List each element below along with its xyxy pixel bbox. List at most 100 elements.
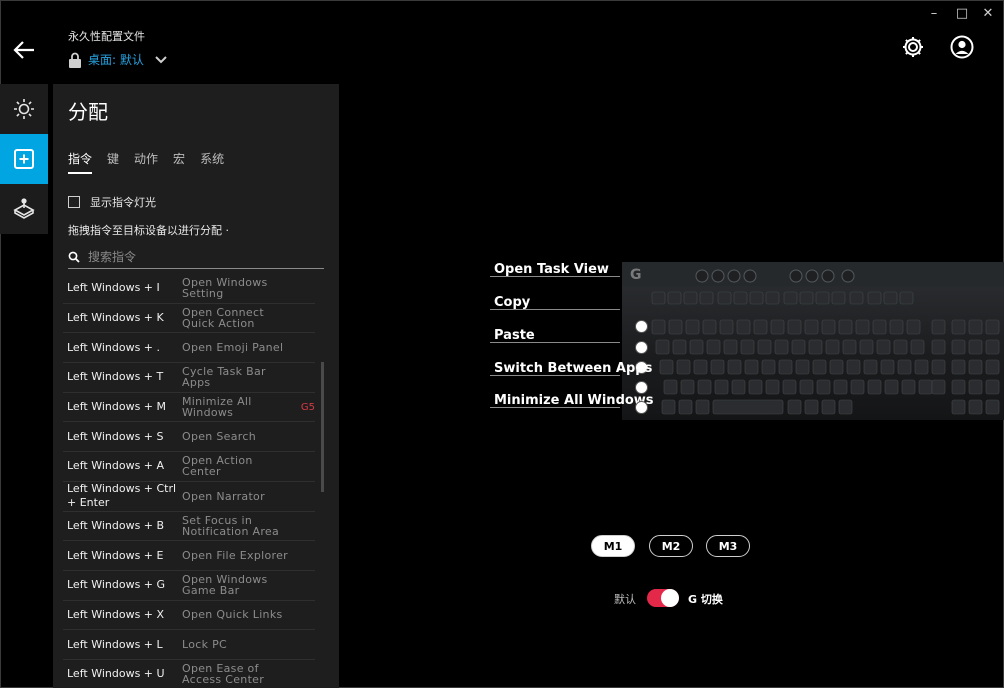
assigned-command-label[interactable]: Switch Between Apps bbox=[494, 361, 652, 376]
keycap bbox=[753, 319, 768, 335]
command-row[interactable]: Left Windows + S Open Search bbox=[63, 422, 315, 453]
keycap bbox=[787, 399, 802, 415]
g-shift-toggle[interactable] bbox=[647, 589, 679, 607]
rail-game-mode[interactable] bbox=[0, 184, 48, 234]
keycap bbox=[931, 339, 946, 355]
close-button[interactable]: ✕ bbox=[976, 4, 1000, 22]
media-button bbox=[841, 269, 855, 283]
keycap bbox=[880, 359, 895, 375]
assigned-command-label[interactable]: Minimize All Windows bbox=[494, 393, 654, 408]
command-key: Left Windows + X bbox=[67, 607, 165, 621]
keycap bbox=[683, 291, 698, 305]
assigned-command-label[interactable]: Paste bbox=[494, 328, 535, 343]
keycap bbox=[667, 291, 682, 305]
command-action-line: Game Bar bbox=[182, 584, 240, 598]
command-row[interactable]: Left Windows + M Minimize All Windows G5 bbox=[63, 393, 315, 423]
tab-macros[interactable]: 宏 bbox=[173, 150, 185, 174]
keycap bbox=[859, 339, 874, 355]
search-input[interactable] bbox=[88, 250, 308, 264]
command-row[interactable]: Left Windows + B Set Focus in Notification… bbox=[63, 512, 315, 542]
command-row[interactable]: Left Windows + E Open File Explorer bbox=[63, 541, 315, 571]
command-list-scrollbar[interactable] bbox=[321, 362, 324, 492]
chevron-down-icon[interactable] bbox=[154, 55, 168, 65]
tab-actions[interactable]: 动作 bbox=[134, 150, 158, 174]
gkey-dot[interactable] bbox=[635, 320, 648, 333]
gkey-dot[interactable] bbox=[635, 401, 648, 414]
command-row[interactable]: Left Windows + I Open Windows Setting bbox=[63, 274, 315, 304]
keycap bbox=[821, 319, 836, 335]
rail-assign[interactable] bbox=[0, 134, 48, 184]
command-row[interactable]: Left Windows + A Open Action Center bbox=[63, 452, 315, 482]
account-button[interactable] bbox=[949, 34, 975, 60]
command-action: Open Action Center bbox=[182, 455, 315, 477]
show-lighting-option[interactable]: 显示指令灯光 bbox=[68, 194, 156, 210]
keycap bbox=[749, 291, 764, 305]
assign-icon bbox=[14, 149, 34, 169]
tab-keys[interactable]: 键 bbox=[107, 150, 119, 174]
command-row[interactable]: Left Windows + L Lock PC bbox=[63, 630, 315, 660]
keycap bbox=[765, 379, 780, 395]
command-row[interactable]: Left Windows + Ctrl + Enter Open Narrator bbox=[63, 482, 315, 512]
rail-lighting[interactable] bbox=[0, 84, 48, 134]
maximize-button[interactable]: □ bbox=[950, 4, 974, 22]
keycap bbox=[985, 319, 1000, 335]
keycap bbox=[693, 359, 708, 375]
gkey-tag: G5 bbox=[300, 401, 315, 413]
command-action-line: Open Narrator bbox=[182, 489, 265, 503]
assigned-command-label[interactable]: Open Task View bbox=[494, 262, 609, 277]
keycap bbox=[744, 359, 759, 375]
memory-slot-m1[interactable]: M1 bbox=[591, 535, 635, 557]
show-lighting-checkbox[interactable] bbox=[68, 196, 80, 208]
command-action-line: Quick Action bbox=[182, 317, 255, 331]
command-row[interactable]: Left Windows + U Open Ease of Access Cente… bbox=[63, 660, 315, 688]
command-action: Set Focus in Notification Area bbox=[182, 515, 315, 537]
keycap bbox=[676, 359, 691, 375]
back-button[interactable] bbox=[10, 36, 38, 64]
keycap bbox=[931, 319, 946, 335]
settings-button[interactable] bbox=[900, 34, 926, 60]
assigned-command-label[interactable]: Copy bbox=[494, 295, 530, 310]
keycap bbox=[893, 339, 908, 355]
keycap bbox=[918, 379, 933, 395]
command-key: Left Windows + S bbox=[67, 429, 164, 443]
command-key: Left Windows + I bbox=[67, 281, 160, 295]
keycap bbox=[951, 319, 966, 335]
gkey-dot[interactable] bbox=[635, 341, 648, 354]
keycap bbox=[748, 379, 763, 395]
keycap bbox=[765, 291, 780, 305]
keycap bbox=[968, 379, 983, 395]
keycap bbox=[985, 379, 1000, 395]
keycap bbox=[872, 319, 887, 335]
memory-slot-m3[interactable]: M3 bbox=[706, 535, 750, 557]
minimize-button[interactable]: – bbox=[922, 4, 946, 22]
command-action: Open Emoji Panel bbox=[182, 342, 315, 353]
command-row[interactable]: Left Windows + . Open Emoji Panel bbox=[63, 333, 315, 364]
account-icon bbox=[950, 35, 974, 59]
memory-slot-m2[interactable]: M2 bbox=[649, 535, 693, 557]
command-action-line: Apps bbox=[182, 376, 211, 390]
command-row[interactable]: Left Windows + G Open Windows Game Bar bbox=[63, 571, 315, 601]
command-row[interactable]: Left Windows + T Cycle Task Bar Apps bbox=[63, 363, 315, 393]
keycap bbox=[714, 379, 729, 395]
tab-system[interactable]: 系统 bbox=[200, 150, 224, 174]
keycap bbox=[829, 359, 844, 375]
tab-commands[interactable]: 指令 bbox=[68, 150, 93, 174]
keycap bbox=[849, 291, 864, 305]
keycap bbox=[899, 291, 914, 305]
game-mode-icon bbox=[13, 198, 35, 219]
back-arrow-icon bbox=[13, 41, 34, 59]
keycap bbox=[804, 319, 819, 335]
profile-selector[interactable]: 桌面: 默认 bbox=[68, 51, 168, 68]
keycap bbox=[723, 339, 738, 355]
lock-icon bbox=[69, 52, 81, 68]
command-action: Lock PC bbox=[182, 639, 315, 650]
keycap bbox=[774, 339, 789, 355]
callout-line bbox=[490, 276, 620, 277]
command-row[interactable]: Left Windows + K Open Connect Quick Action bbox=[63, 304, 315, 334]
command-key: Left Windows + . bbox=[67, 340, 161, 354]
keycap bbox=[689, 339, 704, 355]
search-box[interactable] bbox=[68, 246, 324, 269]
command-row[interactable]: Left Windows + X Open Quick Links bbox=[63, 601, 315, 631]
command-action: Open Quick Links bbox=[182, 609, 315, 620]
keycap bbox=[808, 339, 823, 355]
